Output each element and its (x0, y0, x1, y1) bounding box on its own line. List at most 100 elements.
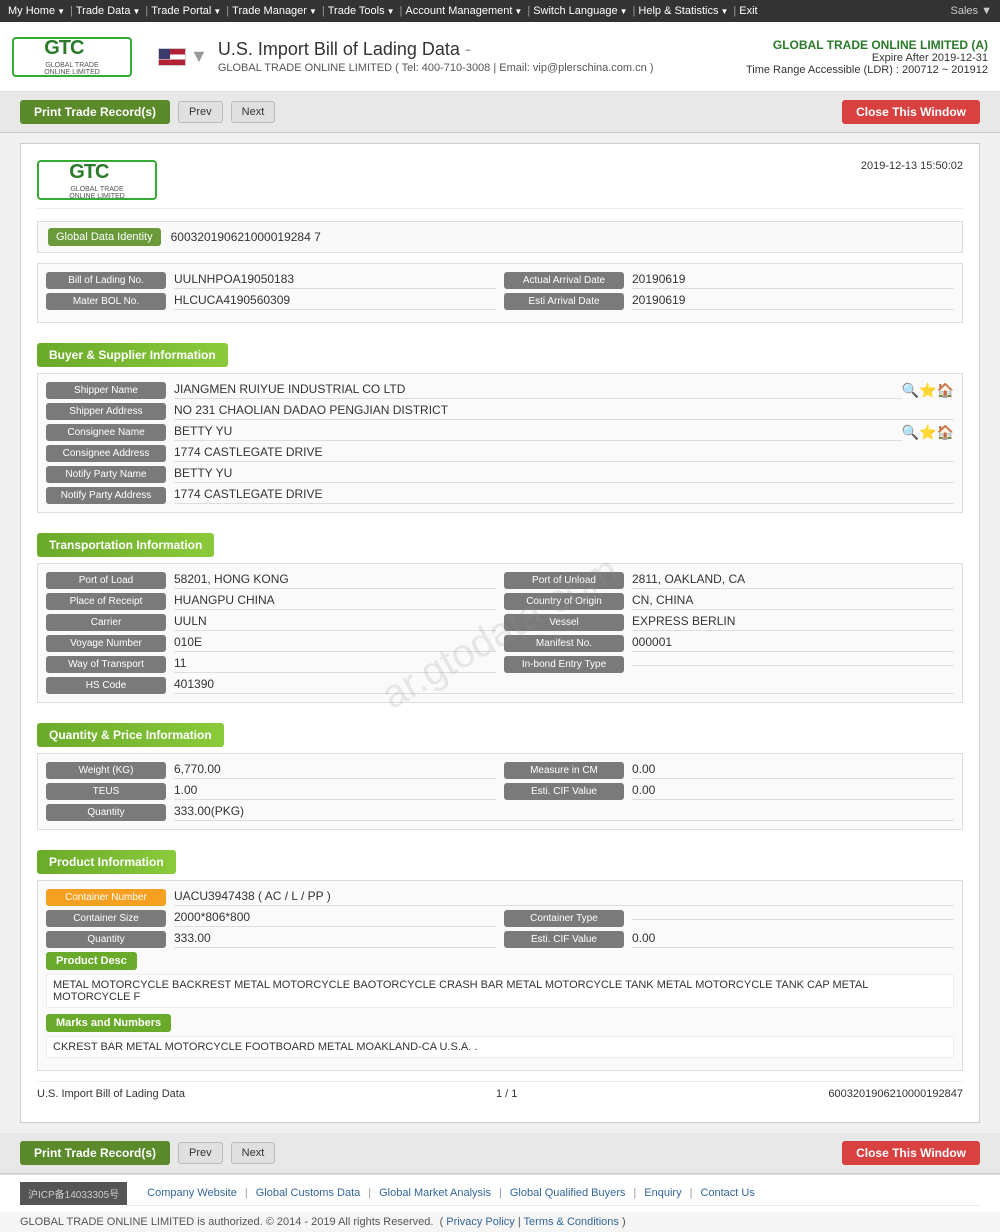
consignee-address-label: Consignee Address (46, 445, 166, 462)
inbond-entry-field: In-bond Entry Type (504, 656, 954, 673)
esti-arrival-field: Esti Arrival Date 20190619 (504, 293, 954, 310)
transport-row-5: Way of Transport 11 In-bond Entry Type (46, 656, 954, 673)
container-size-field: Container Size 2000*806*800 (46, 910, 496, 927)
footer-links: Company Website | Global Customs Data | … (127, 1181, 980, 1206)
country-of-origin-field: Country of Origin CN, CHINA (504, 593, 954, 610)
carrier-label: Carrier (46, 614, 166, 631)
qp-row-1: Weight (KG) 6,770.00 Measure in CM 0.00 (46, 762, 954, 779)
action-bar-top: Print Trade Record(s) Prev Next Close Th… (0, 92, 1000, 133)
footer-global-market[interactable]: Global Market Analysis (379, 1187, 491, 1199)
search-icon-2[interactable]: 🔍 (902, 424, 919, 441)
nav-help[interactable]: Help & Statistics ▼ (638, 5, 728, 17)
home-icon[interactable]: 🏠 (937, 382, 954, 399)
qp-quantity-value: 333.00(PKG) (174, 804, 954, 821)
port-of-load-field: Port of Load 58201, HONG KONG (46, 572, 496, 589)
home-icon-2[interactable]: 🏠 (937, 424, 954, 441)
shipper-name-label: Shipper Name (46, 382, 166, 399)
footer-enquiry[interactable]: Enquiry (644, 1187, 681, 1199)
star-icon[interactable]: ⭐ (919, 382, 936, 399)
vessel-value: EXPRESS BERLIN (632, 614, 954, 631)
nav-exit[interactable]: Exit (739, 5, 757, 17)
footer-links-row: 沪ICP备14033305号 Company Website | Global … (0, 1175, 1000, 1212)
transport-row-3: Carrier UULN Vessel EXPRESS BERLIN (46, 614, 954, 631)
weight-value: 6,770.00 (174, 762, 496, 779)
notify-party-address-label: Notify Party Address (46, 487, 166, 504)
footer-global-customs[interactable]: Global Customs Data (256, 1187, 361, 1199)
footer-global-qualified[interactable]: Global Qualified Buyers (510, 1187, 626, 1199)
nav-trade-tools[interactable]: Trade Tools ▼ (328, 5, 395, 17)
pi-esti-cif-field: Esti. CIF Value 0.00 (504, 931, 954, 948)
way-of-transport-field: Way of Transport 11 (46, 656, 496, 673)
doc-logo-sub: GLOBAL TRADEONLINE LIMITED (69, 186, 125, 200)
print-button-bottom[interactable]: Print Trade Record(s) (20, 1141, 170, 1165)
shipper-address-value: NO 231 CHAOLIAN DADAO PENGJIAN DISTRICT (174, 403, 954, 420)
print-button-top[interactable]: Print Trade Record(s) (20, 100, 170, 124)
nav-account[interactable]: Account Management ▼ (405, 5, 522, 17)
teus-value: 1.00 (174, 783, 496, 800)
nav-sales[interactable]: Sales ▼ (951, 5, 992, 17)
consignee-name-value: BETTY YU (174, 424, 902, 441)
footer-terms[interactable]: Terms & Conditions (524, 1216, 619, 1228)
transport-row-2: Place of Receipt HUANGPU CHINA Country o… (46, 593, 954, 610)
bol-number-field: Bill of Lading No. UULNHPOA19050183 (46, 272, 496, 289)
nav-trade-data[interactable]: Trade Data ▼ (76, 5, 141, 17)
mater-bol-field: Mater BOL No. HLCUCA4190560309 (46, 293, 496, 310)
transport-row-1: Port of Load 58201, HONG KONG Port of Un… (46, 572, 954, 589)
close-button-bottom[interactable]: Close This Window (842, 1141, 980, 1165)
nav-language[interactable]: Switch Language ▼ (533, 5, 627, 17)
esti-cif-value: 0.00 (632, 783, 954, 800)
logo: GTC GLOBAL TRADEONLINE LIMITED (12, 37, 132, 77)
prev-button-top[interactable]: Prev (178, 101, 223, 123)
port-of-unload-field: Port of Unload 2811, OAKLAND, CA (504, 572, 954, 589)
nav-my-home[interactable]: My Home ▼ (8, 5, 65, 17)
sep-1: | (245, 1187, 248, 1199)
prev-button-bottom[interactable]: Prev (178, 1142, 223, 1164)
ldr-range: Time Range Accessible (LDR) : 200712 ~ 2… (746, 64, 988, 76)
hs-code-value: 401390 (174, 677, 954, 694)
hs-code-row: HS Code 401390 (46, 677, 954, 694)
qp-quantity-row: Quantity 333.00(PKG) (46, 804, 954, 821)
search-icon[interactable]: 🔍 (902, 382, 919, 399)
footer-contact-us[interactable]: Contact Us (700, 1187, 754, 1199)
voyage-number-value: 010E (174, 635, 496, 652)
header-right: GLOBAL TRADE ONLINE LIMITED (A) Expire A… (746, 38, 988, 76)
product-desc-value: METAL MOTORCYCLE BACKREST METAL MOTORCYC… (46, 974, 954, 1008)
pi-row-3: Quantity 333.00 Esti. CIF Value 0.00 (46, 931, 954, 948)
pi-row-2: Container Size 2000*806*800 Container Ty… (46, 910, 954, 927)
star-icon-2[interactable]: ⭐ (919, 424, 936, 441)
transport-row-4: Voyage Number 010E Manifest No. 000001 (46, 635, 954, 652)
sep-5: | (690, 1187, 693, 1199)
notify-party-name-label: Notify Party Name (46, 466, 166, 483)
measure-label: Measure in CM (504, 762, 624, 779)
bol-number-label: Bill of Lading No. (46, 272, 166, 289)
buyer-supplier-header: Buyer & Supplier Information (37, 343, 228, 367)
consignee-name-label: Consignee Name (46, 424, 166, 441)
measure-field: Measure in CM 0.00 (504, 762, 954, 779)
port-of-unload-value: 2811, OAKLAND, CA (632, 572, 954, 589)
doc-title-footer: U.S. Import Bill of Lading Data (37, 1088, 185, 1100)
next-button-bottom[interactable]: Next (231, 1142, 276, 1164)
bol-row-1: Bill of Lading No. UULNHPOA19050183 Actu… (46, 272, 954, 289)
footer-company-website[interactable]: Company Website (147, 1187, 237, 1199)
notify-party-address-value: 1774 CASTLEGATE DRIVE (174, 487, 954, 504)
quantity-price-header: Quantity & Price Information (37, 723, 224, 747)
next-button-top[interactable]: Next (231, 101, 276, 123)
way-of-transport-value: 11 (174, 656, 496, 673)
nav-trade-portal[interactable]: Trade Portal ▼ (151, 5, 221, 17)
esti-cif-field: Esti. CIF Value 0.00 (504, 783, 954, 800)
country-of-origin-label: Country of Origin (504, 593, 624, 610)
notify-party-address-row: Notify Party Address 1774 CASTLEGATE DRI… (46, 487, 954, 504)
container-size-label: Container Size (46, 910, 166, 927)
bol-section: Bill of Lading No. UULNHPOA19050183 Actu… (37, 263, 963, 323)
doc-header: GTC GLOBAL TRADEONLINE LIMITED 2019-12-1… (37, 160, 963, 209)
place-of-receipt-field: Place of Receipt HUANGPU CHINA (46, 593, 496, 610)
pi-esti-cif-label: Esti. CIF Value (504, 931, 624, 948)
nav-trade-manager[interactable]: Trade Manager ▼ (232, 5, 317, 17)
company-name: GLOBAL TRADE ONLINE LIMITED (A) (746, 38, 988, 52)
close-button-top[interactable]: Close This Window (842, 100, 980, 124)
pi-quantity-label: Quantity (46, 931, 166, 948)
port-of-load-value: 58201, HONG KONG (174, 572, 496, 589)
page-title: U.S. Import Bill of Lading Data - (218, 39, 746, 60)
footer-privacy[interactable]: Privacy Policy (446, 1216, 514, 1228)
carrier-field: Carrier UULN (46, 614, 496, 631)
